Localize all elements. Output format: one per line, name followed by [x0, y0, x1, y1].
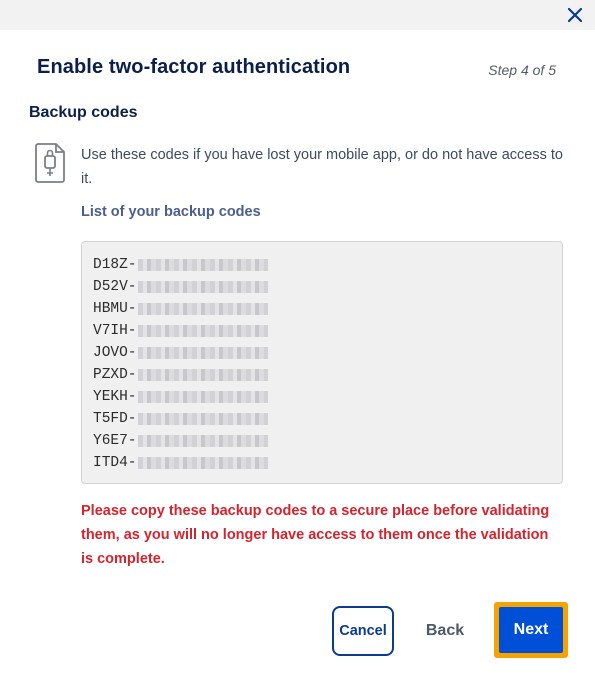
code-prefix: D52V-: [93, 279, 137, 295]
redacted-code: [137, 325, 268, 337]
section-heading: Backup codes: [29, 104, 138, 121]
code-prefix: Y6E7-: [93, 433, 137, 449]
backup-code: PZXD-: [93, 364, 268, 386]
redacted-code: [137, 281, 268, 293]
code-prefix: T5FD-: [93, 411, 137, 427]
redacted-code: [137, 303, 268, 315]
close-button[interactable]: [563, 3, 587, 27]
step-indicator: Step 4 of 5: [488, 62, 556, 78]
code-prefix: YEKH-: [93, 389, 137, 405]
backup-code: D18Z-: [93, 254, 268, 276]
code-prefix: PZXD-: [93, 367, 137, 383]
cancel-button[interactable]: Cancel: [332, 606, 394, 656]
backup-code: Y6E7-: [93, 430, 268, 452]
redacted-code: [137, 457, 268, 469]
dialog-header-bar: [0, 0, 595, 30]
warning-line: Please copy these backup codes to a secu…: [81, 503, 550, 519]
backup-code: ITD4-: [93, 452, 268, 474]
next-button[interactable]: Next: [499, 607, 563, 653]
backup-code: JOVO-: [93, 342, 268, 364]
lock-file-icon: [35, 143, 65, 183]
redacted-code: [137, 347, 268, 359]
backup-code: YEKH-: [93, 386, 268, 408]
redacted-code: [137, 259, 268, 271]
code-prefix: JOVO-: [93, 345, 137, 361]
code-prefix: D18Z-: [93, 257, 137, 273]
warning-line: is complete.: [81, 551, 165, 567]
dialog-title: Enable two-factor authentication: [37, 56, 351, 78]
redacted-code: [137, 413, 268, 425]
redacted-code: [137, 369, 268, 381]
codes-list-label: List of your backup codes: [81, 204, 261, 220]
warning-line: them, as you will no longer have access …: [81, 527, 549, 543]
backup-codes-box[interactable]: D18Z- D52V- HBMU- V7IH- JOVO- PZXD- YEKH…: [81, 241, 563, 484]
redacted-code: [137, 435, 268, 447]
back-button[interactable]: Back: [416, 606, 474, 656]
code-prefix: HBMU-: [93, 301, 137, 317]
backup-code: T5FD-: [93, 408, 268, 430]
code-prefix: V7IH-: [93, 323, 137, 339]
backup-code: V7IH-: [93, 320, 268, 342]
close-icon: [567, 7, 583, 23]
backup-code: HBMU-: [93, 298, 268, 320]
copy-warning: Please copy these backup codes to a secu…: [81, 499, 571, 571]
redacted-code: [137, 391, 268, 403]
code-prefix: ITD4-: [93, 455, 137, 471]
intro-text: Use these codes if you have lost your mo…: [81, 147, 563, 187]
backup-code: D52V-: [93, 276, 268, 298]
